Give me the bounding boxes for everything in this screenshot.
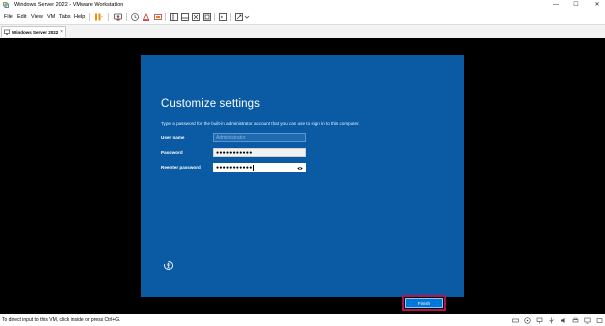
toolbar-divider xyxy=(165,13,166,21)
status-text: To direct input to this VM, click inside… xyxy=(2,317,121,323)
snapshot-manager-icon[interactable] xyxy=(153,12,163,22)
maximize-button[interactable]: ☐ xyxy=(569,0,583,10)
username-value: Administrator xyxy=(216,135,246,141)
reenter-password-field[interactable]: ●●●●●●●●●●● xyxy=(213,163,306,172)
vm-display[interactable]: Customize settings Type a password for t… xyxy=(0,38,605,314)
sound-card-icon[interactable] xyxy=(560,317,567,324)
toolbar-divider xyxy=(230,13,231,21)
window-title: Windows Server 2022 - VMware Workstation xyxy=(14,1,124,8)
hard-disk-icon[interactable] xyxy=(512,317,519,324)
menu-view[interactable]: View xyxy=(31,14,43,20)
chevron-down-icon[interactable] xyxy=(242,12,252,22)
menu-edit[interactable]: Edit xyxy=(17,14,26,20)
revert-snapshot-icon[interactable] xyxy=(141,12,151,22)
password-value: ●●●●●●●●●●● xyxy=(216,150,253,156)
reenter-password-label: Reenter password xyxy=(161,165,201,170)
title-bar: Windows Server 2022 - VMware Workstation… xyxy=(0,0,605,10)
status-bar: To direct input to this VM, click inside… xyxy=(0,314,605,326)
printer-icon[interactable] xyxy=(572,317,579,324)
page-title: Customize settings xyxy=(161,98,260,110)
reenter-password-value: ●●●●●●●●●●● xyxy=(216,165,253,171)
setup-panel: Customize settings Type a password for t… xyxy=(141,55,464,311)
cd-dvd-icon[interactable] xyxy=(524,316,531,324)
vmware-app-icon xyxy=(3,2,9,8)
toolbar-divider xyxy=(89,13,90,21)
network-adapter-icon[interactable] xyxy=(536,317,543,324)
unity-icon[interactable] xyxy=(202,12,212,22)
finish-button[interactable]: Finish xyxy=(405,298,443,308)
password-field[interactable]: ●●●●●●●●●●● xyxy=(213,148,306,157)
menu-bar: File Edit View VM Tabs Help xyxy=(0,10,605,24)
eye-icon[interactable] xyxy=(297,166,303,171)
password-label: Password xyxy=(161,150,183,155)
tab-close-button[interactable]: × xyxy=(60,29,63,35)
username-field: Administrator xyxy=(213,133,306,142)
minimize-button[interactable]: — xyxy=(549,0,563,10)
toolbar-divider xyxy=(108,13,109,21)
fullscreen-icon[interactable] xyxy=(191,12,201,22)
tab-label: Windows Server 2022 xyxy=(12,29,59,35)
menu-help[interactable]: Help xyxy=(74,14,85,20)
message-log-icon[interactable] xyxy=(596,317,603,324)
snapshot-icon[interactable] xyxy=(130,12,140,22)
usb-controller-icon[interactable] xyxy=(548,317,555,324)
close-button[interactable]: ✕ xyxy=(590,0,604,10)
console-icon[interactable] xyxy=(218,12,228,22)
setup-description: Type a password for the built-in adminis… xyxy=(161,121,360,126)
menu-vm[interactable]: VM xyxy=(47,14,55,20)
pause-icon[interactable] xyxy=(93,12,103,22)
sidebar-icon[interactable] xyxy=(169,12,179,22)
menu-file[interactable]: File xyxy=(4,14,13,20)
display-icon[interactable] xyxy=(584,317,591,324)
thumbnail-bar-icon[interactable] xyxy=(180,12,190,22)
text-caret xyxy=(253,164,254,171)
ease-of-access-icon[interactable] xyxy=(163,260,174,271)
vm-icon xyxy=(4,29,10,35)
send-ctrl-alt-del-icon[interactable] xyxy=(113,12,123,22)
toolbar-divider xyxy=(126,13,127,21)
tab-strip: Windows Server 2022 × xyxy=(0,24,605,39)
tab-windows-server-2022[interactable]: Windows Server 2022 × xyxy=(1,26,66,37)
username-label: User name xyxy=(161,135,185,140)
menu-tabs[interactable]: Tabs xyxy=(59,14,71,20)
toolbar-divider xyxy=(214,13,215,21)
